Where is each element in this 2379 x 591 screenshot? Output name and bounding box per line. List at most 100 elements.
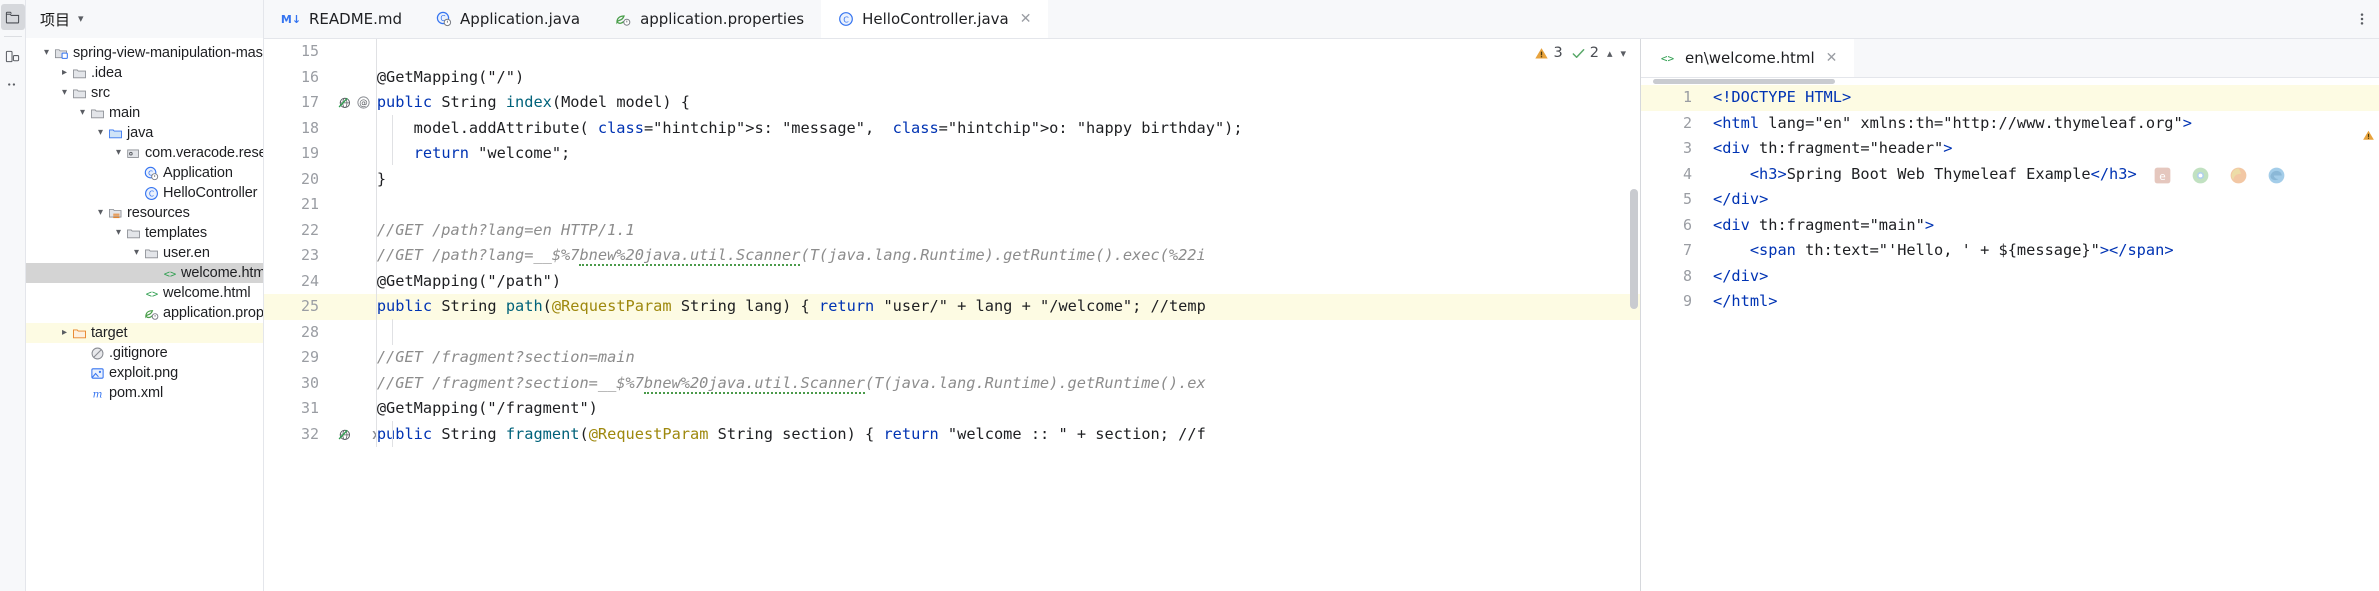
gutter-line-24[interactable]: 24 [264,269,326,295]
gutter-line-29[interactable]: 29 [264,345,326,371]
tree-item-application[interactable]: C Application [26,163,263,183]
rail-button-project[interactable] [0,4,25,30]
gutter-line-23[interactable]: 23 [264,243,326,269]
gutter-line-21[interactable]: 21 [264,192,326,218]
editor-tab-overflow-button[interactable] [2345,0,2379,38]
tree-item-hellocontroller[interactable]: C HelloController [26,183,263,203]
chevron-down-icon[interactable]: ▾ [112,228,125,238]
html-editor-body[interactable]: 123456789 <!DOCTYPE HTML> <html lang="en"… [1641,85,2379,591]
gutter-line-28[interactable]: 28 [264,320,326,346]
html-editor-tab-en-welcome-html[interactable]: <> en\welcome.html ✕ [1641,39,1855,77]
tree-item-java[interactable]: ▾ java [26,123,263,143]
gutter-line-32[interactable]: 32 ❯ [264,422,378,448]
tree-item--gitignore[interactable]: .gitignore [26,343,263,363]
gutter-line-18[interactable]: 18 [264,116,326,142]
chevron-down-icon[interactable]: ▾ [94,208,107,218]
chevron-down-icon[interactable]: ▾ [58,88,71,98]
html-code-line-6[interactable]: <div th:fragment="main"> [1699,213,2379,239]
html-gutter-line-3[interactable]: 3 [1641,136,1699,162]
chevron-down-icon[interactable]: ▾ [76,108,89,118]
editor-tab-application-java[interactable]: C Application.java [419,0,597,38]
chevron-right-icon[interactable]: ▸ [58,68,71,78]
html-code-line-8[interactable]: </div> [1699,264,2379,290]
chevron-down-icon[interactable]: ▾ [112,148,125,158]
html-gutter-line-6[interactable]: 6 [1641,213,1699,239]
html-gutter-line-9[interactable]: 9 [1641,289,1699,315]
gutter-line-20[interactable]: 20 [264,167,326,193]
tree-item-welcome-html[interactable]: <> welcome.html [26,263,263,283]
tree-item-src[interactable]: ▾ src [26,83,263,103]
tree-item-target[interactable]: ▸ target [26,323,263,343]
code-line-32[interactable]: public String fragment(@RequestParam Str… [326,422,1640,448]
code-line-24[interactable]: @GetMapping("/path") [326,269,1640,295]
html-editor-pane[interactable]: <> en\welcome.html ✕ 123456789 <!DOCTYPE H… [1640,39,2379,591]
html-code-line-2[interactable]: <html lang="en" xmlns:th="http://www.thy… [1699,111,2379,137]
html-horizontal-scrollbar[interactable] [1641,78,2379,85]
html-gutter-line-1[interactable]: 1 [1641,85,1699,111]
rail-button-commit[interactable] [1,43,25,69]
code-line-18[interactable]: model.addAttribute( class="hintchip">s: … [326,116,1640,142]
gutter-line-16[interactable]: 16 [264,65,326,91]
code-line-22[interactable]: //GET /path?lang=en HTTP/1.1 [326,218,1640,244]
tree-item-main[interactable]: ▾ main [26,103,263,123]
html-gutter-line-5[interactable]: 5 [1641,187,1699,213]
chevron-down-icon[interactable]: ▾ [78,13,84,25]
project-tree[interactable]: ▾ spring-view-manipulation-master ▸ .idea… [26,38,263,403]
tree-item-welcome-html[interactable]: <> welcome.html [26,283,263,303]
editor-tab-hellocontroller-java[interactable]: C HelloController.java ✕ [821,0,1049,38]
gutter-line-15[interactable]: 15 [264,39,326,65]
ie-browser-icon[interactable]: e [2152,165,2173,186]
java-gutter[interactable]: 15 16 17 @ 18 19 20 21 22 23 24 25 ❯ 28 29 30 31 32 ❯ [264,39,378,591]
tree-item-pom-xml[interactable]: m pom.xml [26,383,263,403]
html-scrollbar-thumb[interactable] [1653,79,1835,84]
java-editor-pane[interactable]: 3 2 ▴ ▾ 15 16 17 @18 19 20 21 22 23 24 2… [264,39,1640,591]
edge-browser-icon[interactable] [2266,165,2287,186]
gutter-line-31[interactable]: 31 [264,396,326,422]
chevron-down-icon[interactable]: ▾ [40,48,53,58]
html-code-line-7[interactable]: <span th:text="'Hello, ' + ${message}"><… [1699,238,2379,264]
html-code-line-9[interactable]: </html> [1699,289,2379,315]
editor-tab-application-properties[interactable]: application.properties [597,0,821,38]
tree-item-resources[interactable]: ▾ resources [26,203,263,223]
editor-tab-readme-md[interactable]: M↓ README.md [264,0,419,38]
rail-button-more[interactable] [1,71,25,97]
code-line-19[interactable]: return "welcome"; [326,141,1640,167]
html-warning-stripe[interactable] [2362,129,2375,147]
code-line-20[interactable]: } [326,167,1640,193]
code-line-25[interactable]: public String path(@RequestParam String … [326,294,1640,320]
warning-indicator[interactable]: 3 [1534,45,1563,61]
gutter-line-19[interactable]: 19 [264,141,326,167]
chevron-down-icon[interactable]: ▾ [1620,47,1626,60]
gutter-line-22[interactable]: 22 [264,218,326,244]
tree-item-com-veracode-research[interactable]: ▾ com.veracode.research [26,143,263,163]
chrome-browser-icon[interactable] [2190,165,2211,186]
code-line-21[interactable] [326,192,1640,218]
html-code-line-5[interactable]: </div> [1699,187,2379,213]
html-gutter-line-4[interactable]: 4 [1641,162,1699,188]
code-line-28[interactable] [326,320,1640,346]
code-line-30[interactable]: //GET /fragment?section=__$%7bnew%20java… [326,371,1640,397]
chevron-right-icon[interactable]: ▸ [58,328,71,338]
editor-vertical-scrollbar[interactable] [1630,189,1638,309]
html-code-line-3[interactable]: <div th:fragment="header"> [1699,136,2379,162]
html-code-content[interactable]: <!DOCTYPE HTML> <html lang="en" xmlns:th=… [1699,85,2379,591]
html-gutter[interactable]: 123456789 [1641,85,1699,591]
html-gutter-line-7[interactable]: 7 [1641,238,1699,264]
chevron-down-icon[interactable]: ▾ [130,248,143,258]
html-gutter-line-2[interactable]: 2 [1641,111,1699,137]
close-icon[interactable]: ✕ [1826,50,1838,66]
gutter-line-25[interactable]: 25 ❯ [264,294,378,320]
code-line-31[interactable]: @GetMapping("/fragment") [326,396,1640,422]
tree-item--idea[interactable]: ▸ .idea [26,63,263,83]
tree-item-user-en[interactable]: ▾ user.en [26,243,263,263]
code-line-29[interactable]: //GET /fragment?section=main [326,345,1640,371]
html-code-line-1[interactable]: <!DOCTYPE HTML> [1699,85,2379,111]
close-icon[interactable]: ✕ [1020,11,1032,27]
firefox-browser-icon[interactable] [2228,165,2249,186]
code-line-23[interactable]: //GET /path?lang=__$%7bnew%20java.util.S… [326,243,1640,269]
inspection-ok-indicator[interactable]: 2 [1571,45,1599,61]
code-line-15[interactable] [326,39,1640,65]
tree-item-exploit-png[interactable]: exploit.png [26,363,263,383]
html-gutter-line-8[interactable]: 8 [1641,264,1699,290]
gutter-line-17[interactable]: 17 @ [264,90,370,116]
